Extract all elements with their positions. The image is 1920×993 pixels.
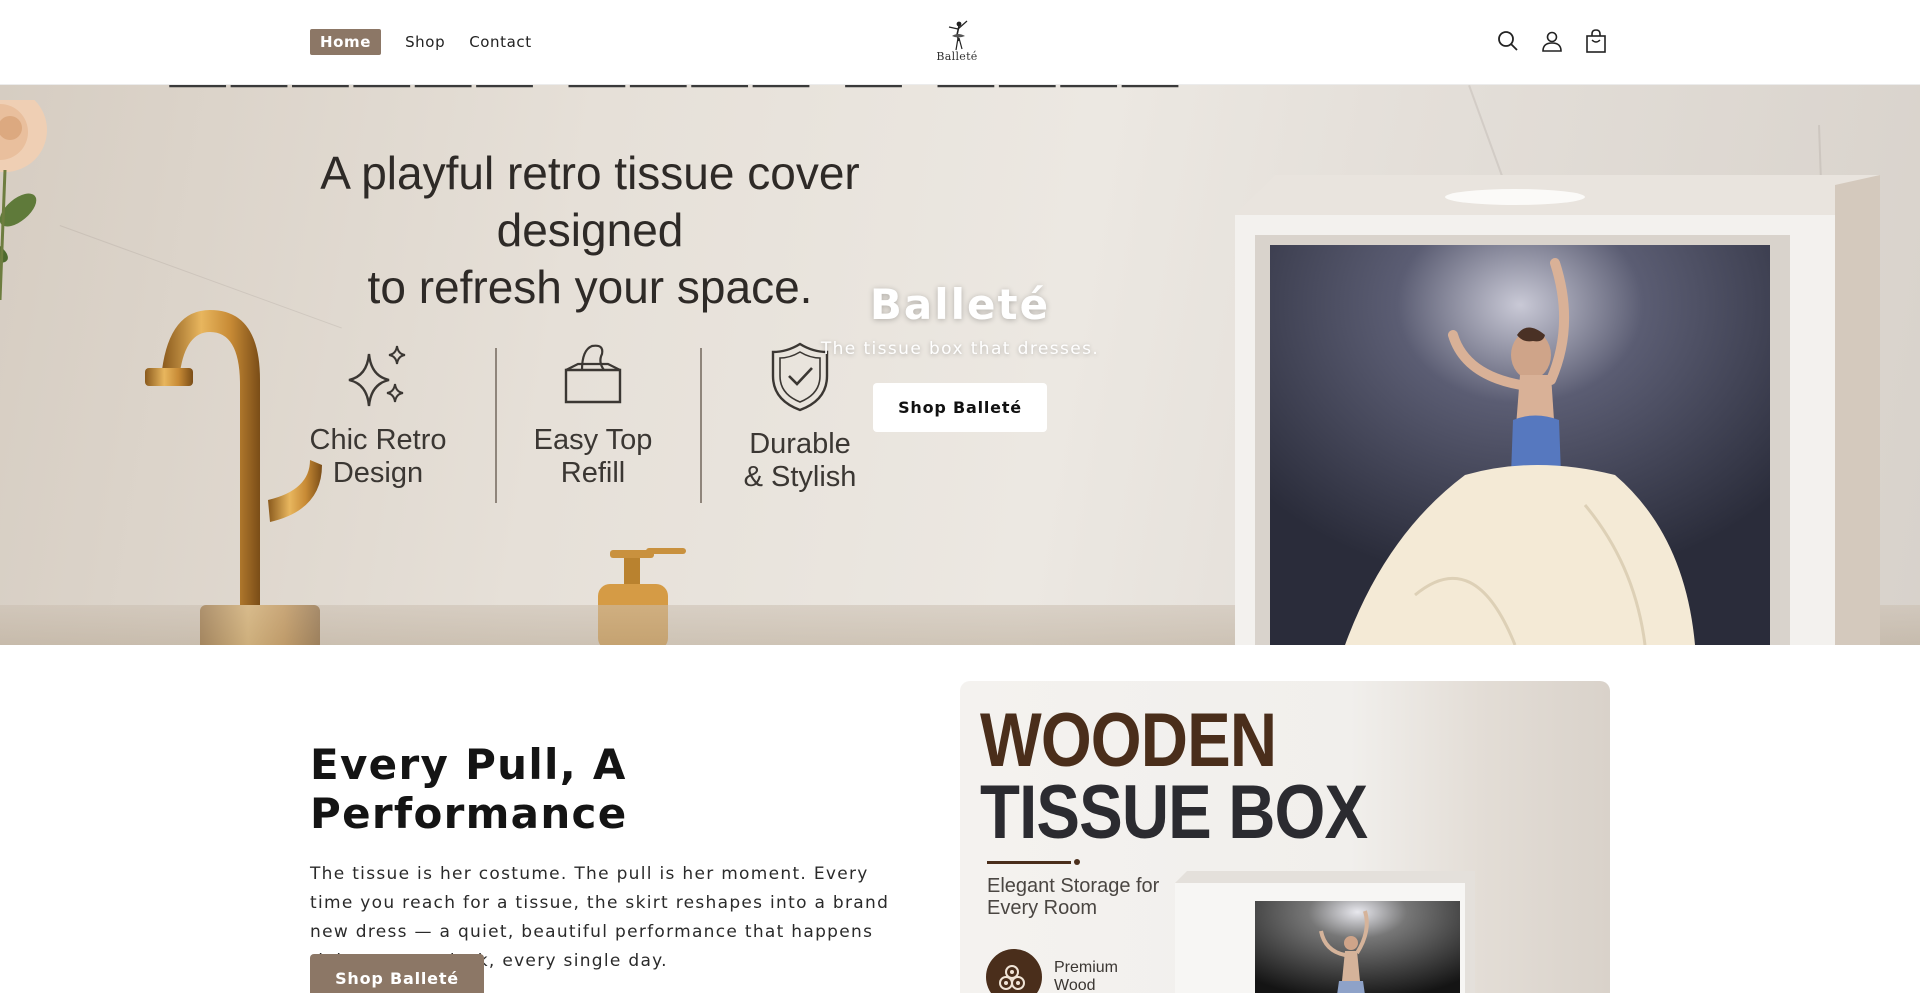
site-header: Home Shop Contact Balleté (0, 0, 1920, 85)
hero-image-headline-cropped: ▀▀▀▀▀▀ ▀▀▀▀ ▀ ▀▀▀▀ (170, 85, 1184, 129)
promo-badge-line2: Wood (1054, 977, 1096, 993)
nav-shop[interactable]: Shop (405, 29, 445, 55)
feature-label-line1: Easy Top (533, 424, 653, 456)
feature-label: Chic Retro Design (283, 424, 473, 490)
feature-label-line1: Durable (749, 428, 851, 460)
cart-icon[interactable] (1585, 27, 1607, 55)
feature-label: Easy Top Refill (498, 424, 688, 490)
sparkle-icon (348, 345, 406, 407)
header-actions (1497, 27, 1607, 55)
promo-badge-line1: Premium (1054, 959, 1119, 976)
tissue-box-icon (564, 344, 622, 404)
feature-label-line2: Design (332, 457, 424, 489)
promo-headline-2: TISSUE BOX (980, 770, 1368, 855)
search-icon[interactable] (1497, 27, 1519, 55)
hero-overlay: Balleté The tissue box that dresses. Sho… (820, 280, 1100, 432)
promo-divider (987, 861, 1071, 864)
nav-contact[interactable]: Contact (469, 29, 532, 55)
story-section: Every Pull, A Performance The tissue is … (310, 740, 910, 993)
tissue-box-product-image (1235, 175, 1880, 645)
wood-logs-icon (986, 949, 1042, 993)
story-shop-button[interactable]: Shop Balleté (310, 954, 484, 993)
feature-label: Durable & Stylish (705, 428, 895, 494)
promo-badge-label: Premium Wood (1054, 959, 1118, 993)
promo-headline-1: WOODEN (980, 698, 1277, 783)
feature-divider (700, 348, 702, 503)
promo-box-image (1175, 871, 1475, 993)
account-icon[interactable] (1541, 27, 1563, 55)
hero-subtitle: The tissue box that dresses. (820, 339, 1100, 359)
tagline-line-1: A playful retro tissue cover designed (320, 147, 860, 256)
ballerina-logo-icon (948, 20, 968, 51)
feature-easy-refill: Easy Top Refill (498, 340, 688, 490)
hero-title: Balleté (869, 280, 1051, 329)
feature-list: Chic Retro Design Easy Top Refill Durabl… (310, 340, 870, 505)
feature-divider (495, 348, 497, 503)
nav-home[interactable]: Home (310, 29, 382, 55)
feature-label-line2: & Stylish (743, 461, 857, 493)
feature-label-line2: Refill (560, 457, 626, 489)
promo-subtitle: Elegant Storage for Every Room (987, 875, 1160, 919)
promo-image: WOODEN TISSUE BOX Elegant Storage for Ev… (960, 681, 1610, 993)
feature-chic-retro: Chic Retro Design (283, 340, 473, 490)
feature-label-line1: Chic Retro (309, 424, 447, 456)
hero-shop-button[interactable]: Shop Balleté (873, 383, 1047, 432)
site-logo[interactable]: Balleté (934, 18, 980, 68)
main-nav: Home Shop Contact (310, 29, 556, 55)
promo-divider-dot (1074, 859, 1080, 865)
story-title: Every Pull, A Performance (310, 740, 628, 838)
flowers-decoration (0, 100, 47, 300)
logo-text: Balleté (936, 50, 978, 63)
hero-banner: ▀▀▀▀▀▀ ▀▀▀▀ ▀ ▀▀▀▀ A playful retro tissu… (0, 85, 1920, 645)
